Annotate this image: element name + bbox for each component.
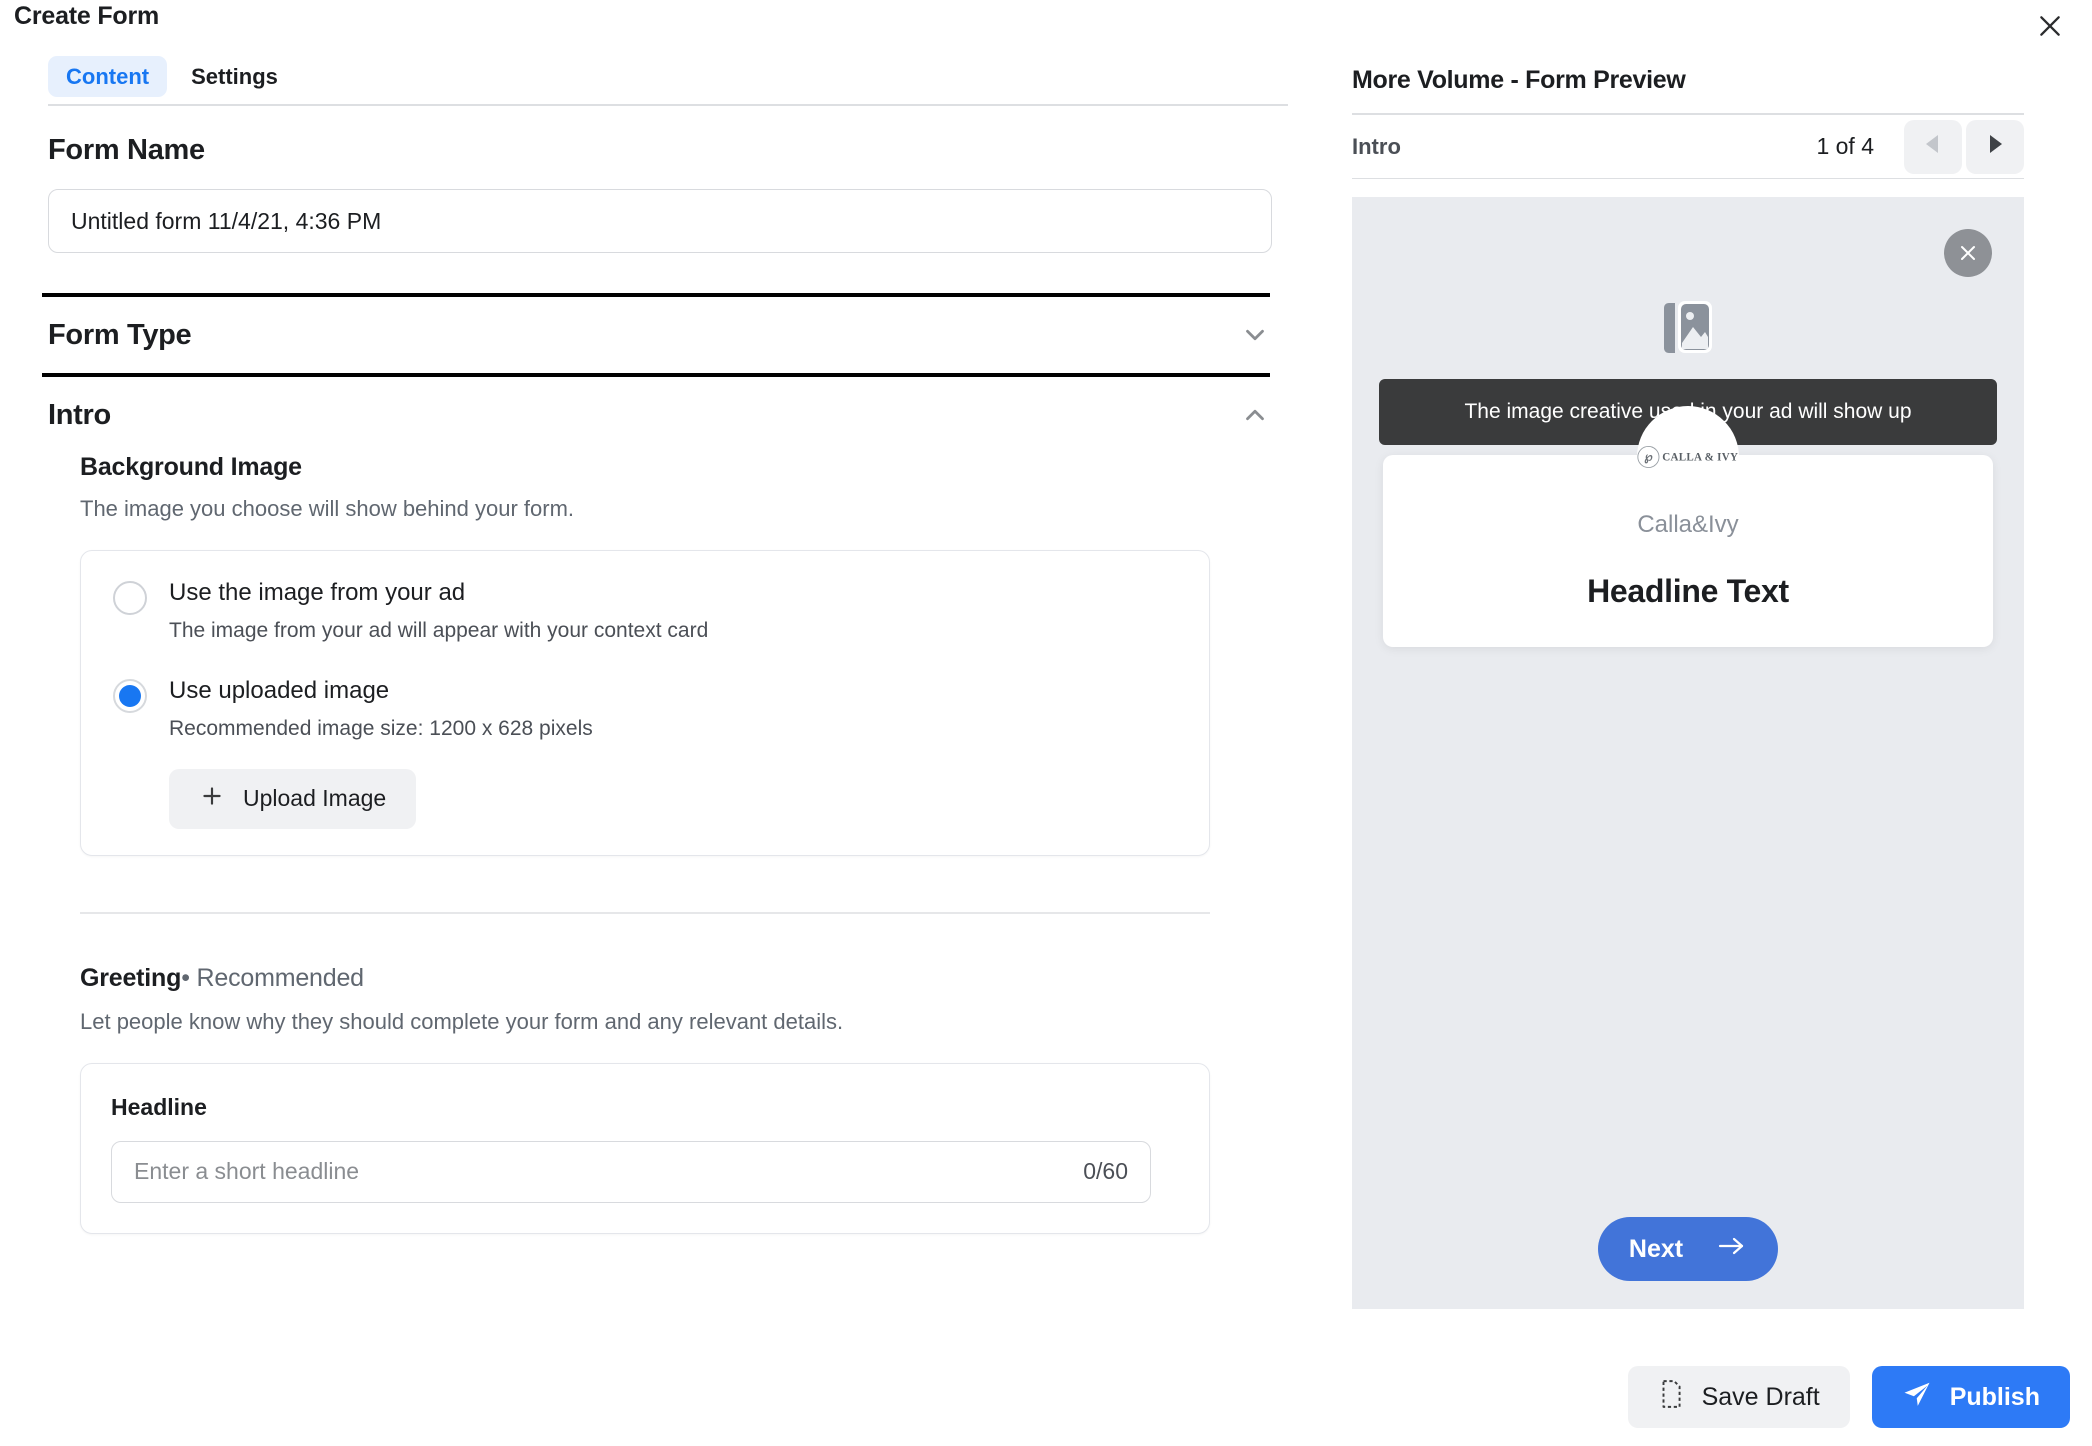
upload-image-label: Upload Image [243,785,387,812]
create-form-dialog: Create Form Content Settings Form Name U… [0,0,2092,1446]
form-name-heading: Form Name [48,134,205,166]
accordion-form-type[interactable]: Form Type [48,297,1272,373]
greeting-card: Headline Enter a short headline 0/60 [80,1062,1210,1234]
photo-stack-icon [1352,299,2024,357]
radio-texts: Use the image from your ad The image fro… [169,579,708,643]
greeting-heading: Greeting• Recommended [80,964,1272,993]
page-title: Create Form [14,2,160,30]
preview-headline-text: Headline Text [1587,573,1789,609]
preview-title: More Volume - Form Preview [1352,66,2024,115]
preview-next-button[interactable] [1966,119,2024,174]
radio-label-use-uploaded-image: Use uploaded image [169,676,390,704]
tab-settings[interactable]: Settings [173,56,296,97]
radio-texts: Use uploaded image Recommended image siz… [169,677,593,741]
preview-next-cta-button[interactable]: Next [1598,1217,1778,1281]
preview-next-cta-label: Next [1628,1234,1684,1263]
headline-input-placeholder: Enter a short headline [134,1158,360,1185]
form-name-input[interactable]: Untitled form 11/4/21, 4:36 PM [48,189,1272,253]
radio-button-use-ad-image[interactable] [113,581,147,615]
avatar-mark: ℘ [1637,445,1660,469]
headline-input[interactable]: Enter a short headline 0/60 [111,1140,1151,1203]
radio-button-use-uploaded-image[interactable] [113,678,147,713]
preview-stage: The image creative used in your ad will … [1352,197,2024,1309]
intro-section-body: Background Image The image you choose wi… [48,453,1272,1234]
close-circle-icon[interactable] [1944,229,1992,277]
preview-brand-name: Calla&Ivy [1637,511,1739,538]
arrow-right-icon [1717,1235,1747,1264]
form-editor-panel: Content Settings Form Name Untitled form… [0,56,1300,1446]
form-preview-panel: More Volume - Form Preview Intro 1 of 4 [1352,66,2024,1309]
publish-label: Publish [1949,1382,2040,1411]
greeting-label: Greeting [80,963,182,992]
save-draft-button[interactable]: Save Draft [1627,1366,1850,1428]
upload-image-button[interactable]: Upload Image [169,768,417,829]
background-image-heading: Background Image [80,453,302,481]
avatar-wordmark: CALLA & IVY [1662,450,1739,463]
greeting-separator: • [181,963,190,992]
preview-step-label: Intro [1352,133,1401,159]
save-draft-label: Save Draft [1701,1382,1820,1411]
publish-button[interactable]: Publish [1871,1366,2070,1428]
headline-field-label: Headline [111,1093,207,1120]
document-icon [1658,1379,1684,1416]
accordion-form-type-label: Form Type [48,318,192,351]
preview-navigation: Intro 1 of 4 [1352,115,2024,179]
radio-sublabel-use-ad-image: The image from your ad will appear with … [169,618,709,642]
headline-char-counter: 0/60 [1083,1158,1128,1185]
triangle-left-icon [1923,133,1943,160]
greeting-description: Let people know why they should complete… [80,1008,844,1034]
radio-sublabel-use-uploaded-image: Recommended image size: 1200 x 628 pixel… [169,716,593,740]
plus-icon [199,783,225,815]
form-name-value: Untitled form 11/4/21, 4:36 PM [71,207,382,234]
brand-logo-icon: ℘ CALLA & IVY [1637,445,1739,469]
preview-prev-button[interactable] [1904,119,1962,174]
editor-tabs: Content Settings [48,56,1288,106]
background-image-options-card: Use the image from your ad The image fro… [80,550,1210,856]
dialog-footer: Save Draft Publish [1627,1366,2070,1428]
accordion-intro[interactable]: Intro [48,377,1272,453]
radio-option-use-ad-image[interactable]: Use the image from your ad The image fro… [81,579,1209,643]
greeting-recommended-badge: Recommended [196,963,365,992]
chevron-down-icon [1238,318,1272,352]
section-separator [80,911,1210,914]
close-icon[interactable] [2028,4,2072,48]
chevron-up-icon [1238,398,1272,432]
radio-option-use-uploaded-image[interactable]: Use uploaded image Recommended image siz… [81,677,1209,741]
preview-step-count: 1 of 4 [1816,133,1874,159]
send-icon [1902,1379,1932,1416]
avatar: ℘ CALLA & IVY [1637,406,1739,508]
accordion-intro-label: Intro [48,398,111,431]
radio-label-use-ad-image: Use the image from your ad [169,579,466,606]
background-image-description: The image you choose will show behind yo… [80,496,575,521]
triangle-right-icon [1985,133,2005,160]
tab-content[interactable]: Content [48,56,168,98]
